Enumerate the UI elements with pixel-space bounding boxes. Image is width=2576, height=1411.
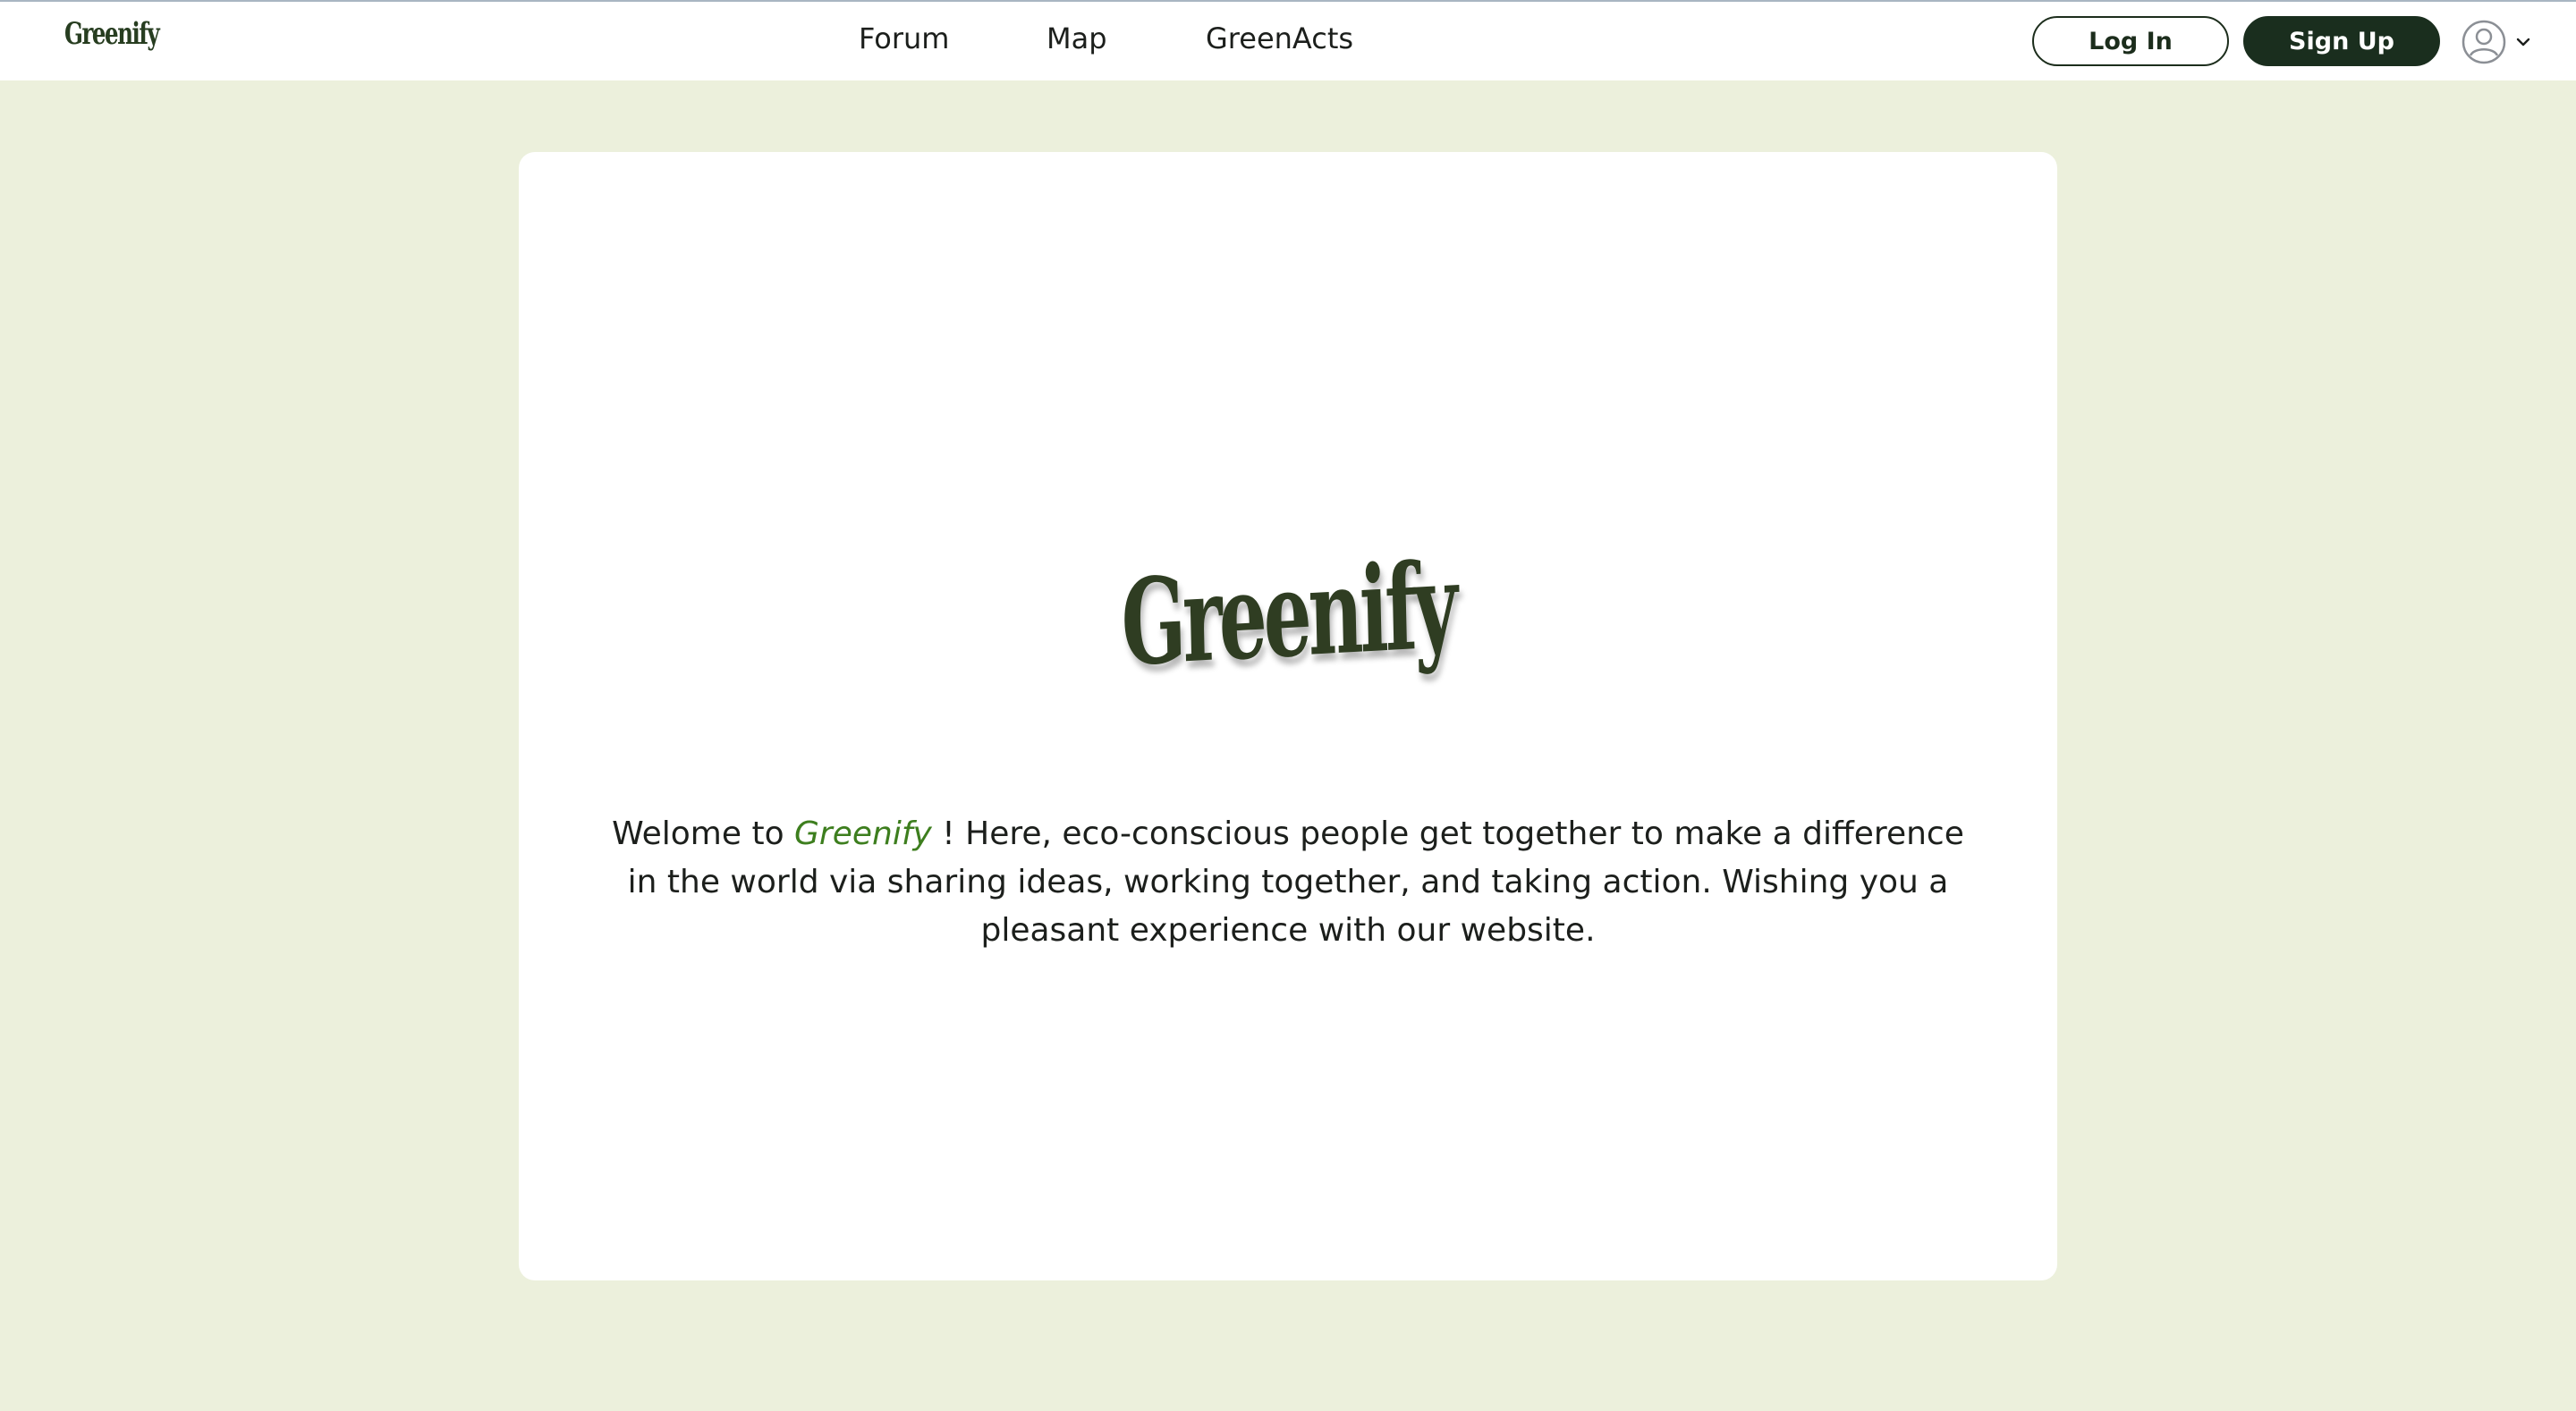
login-button[interactable]: Log In	[2032, 16, 2229, 66]
nav-link-greenacts[interactable]: GreenActs	[1206, 21, 1353, 55]
nav-link-forum[interactable]: Forum	[859, 21, 949, 55]
intro-paragraph: Welome to Greenify ! Here, eco-conscious…	[608, 810, 1968, 955]
hero-title: Greenify	[519, 537, 2057, 693]
user-circle-icon	[2462, 20, 2506, 64]
nav-link-map[interactable]: Map	[1046, 21, 1107, 55]
page: Greenify Forum Map GreenActs Log In Sign…	[0, 0, 2576, 1411]
brand-logo[interactable]: Greenify	[64, 16, 160, 52]
intro-brand-name: Greenify	[794, 815, 932, 852]
intro-prefix: Welome to	[612, 815, 795, 852]
welcome-card: Greenify Welome to Greenify ! Here, eco-…	[519, 152, 2057, 1280]
top-navbar: Greenify Forum Map GreenActs Log In Sign…	[0, 2, 2576, 80]
chevron-down-icon	[2516, 38, 2530, 46]
signup-button[interactable]: Sign Up	[2243, 16, 2440, 66]
hero-title-text: Greenify	[1120, 536, 1456, 694]
user-menu[interactable]	[2462, 20, 2542, 64]
